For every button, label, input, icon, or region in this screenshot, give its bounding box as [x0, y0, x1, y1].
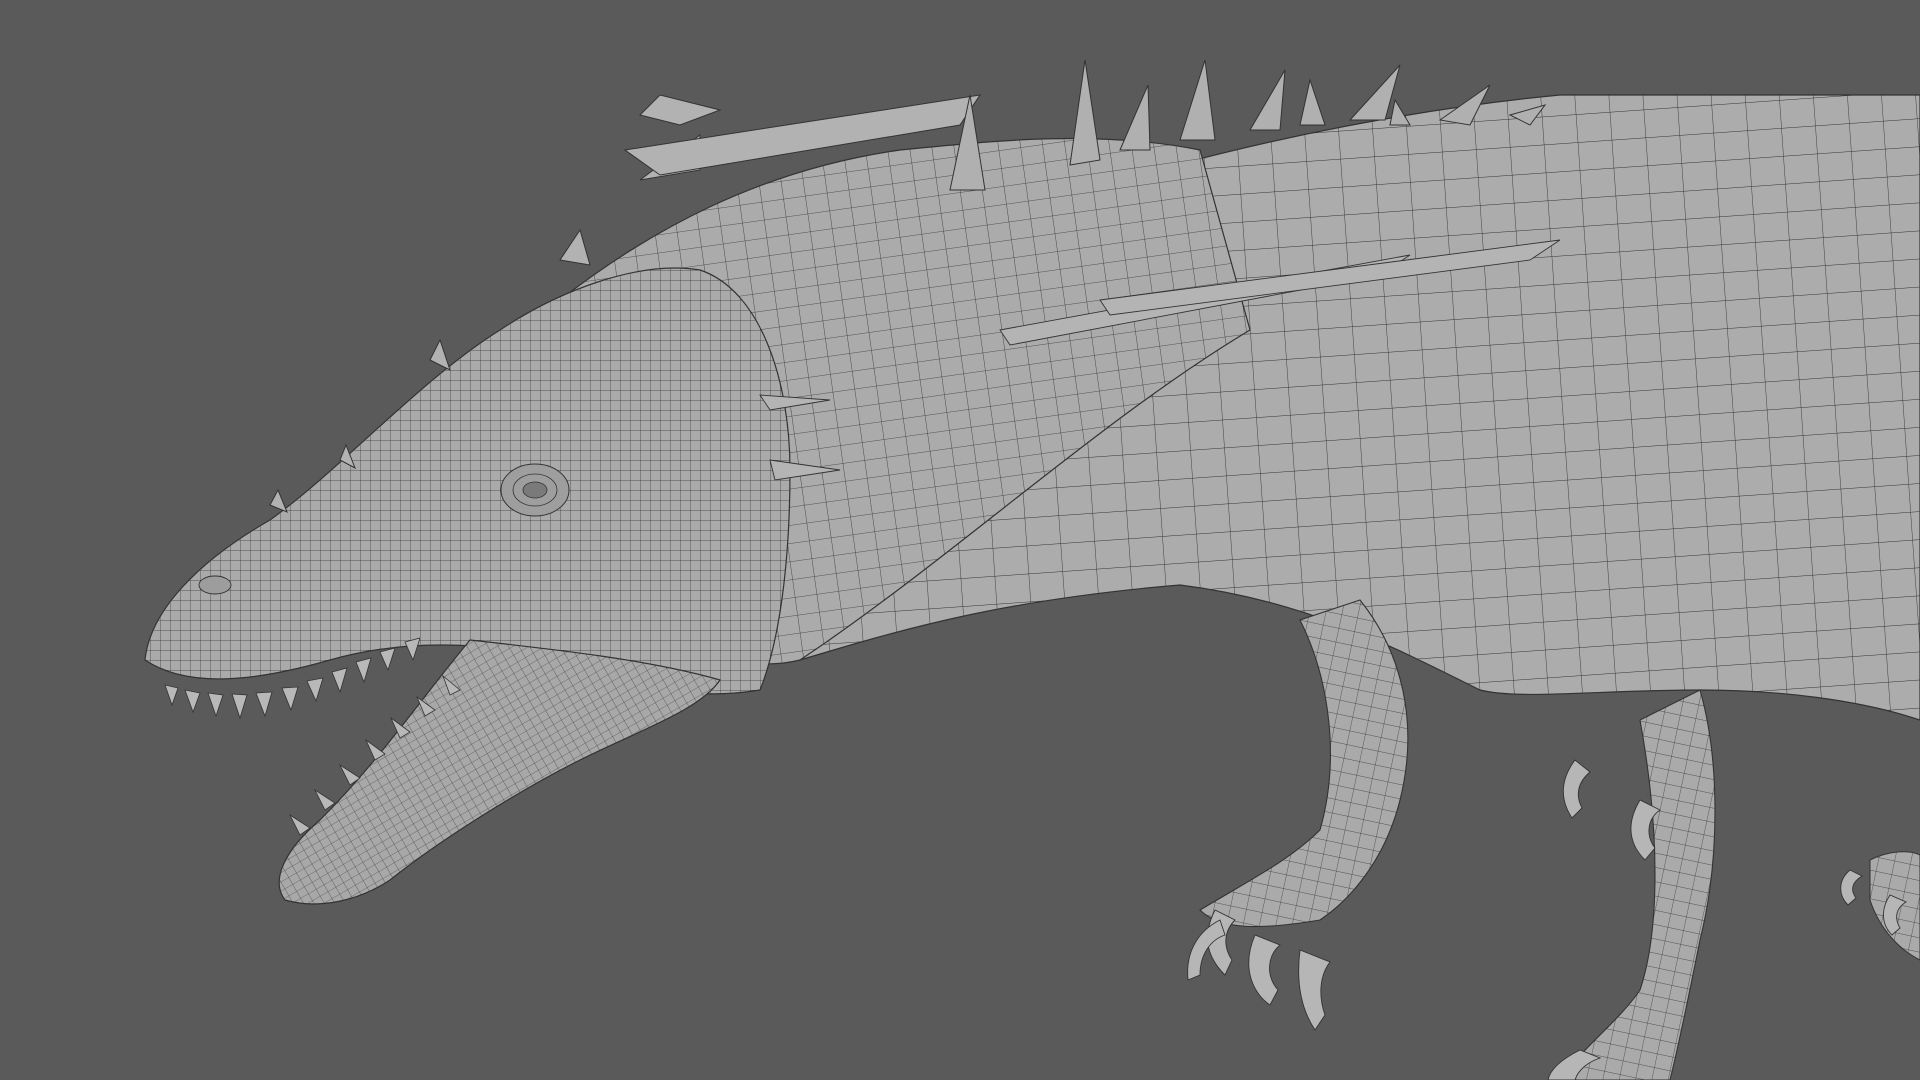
dragon-wireframe-render	[144, 59, 1920, 1080]
rear-leg	[1547, 689, 1716, 1080]
far-foot	[1840, 851, 1920, 961]
dragon-head	[144, 267, 791, 695]
front-claws	[1187, 909, 1331, 1031]
nostril	[198, 575, 232, 595]
3d-viewport[interactable]	[0, 0, 1920, 1080]
front-leg	[1187, 599, 1409, 1031]
eye-topology	[500, 463, 570, 517]
